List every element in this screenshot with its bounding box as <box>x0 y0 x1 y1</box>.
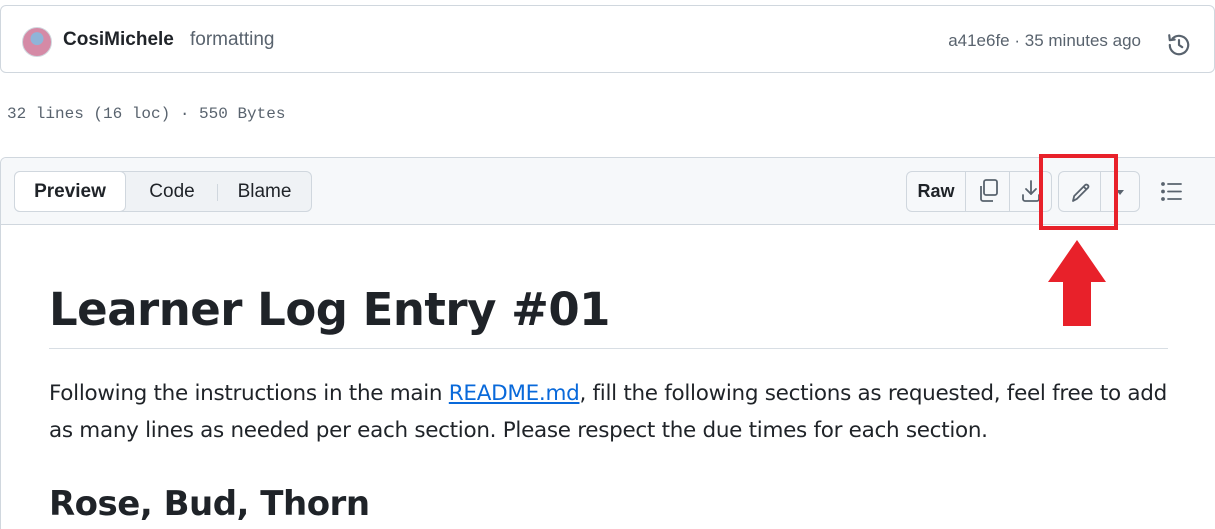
symbols-outline-button[interactable] <box>1151 171 1193 212</box>
tab-code[interactable]: Code <box>127 172 217 211</box>
file-header-toolbar: Preview Code Blame Raw <box>1 158 1215 225</box>
copy-raw-button[interactable] <box>965 172 1009 211</box>
markdown-heading-2: Rose, Bud, Thorn <box>49 484 370 524</box>
commit-author-link[interactable]: CosiMichele <box>63 29 174 51</box>
commit-message-link[interactable]: formatting <box>190 29 274 51</box>
list-unordered-icon <box>1161 182 1182 201</box>
heading-underline-divider <box>49 348 1168 349</box>
annotation-arrow-up-icon <box>1048 240 1106 326</box>
commit-sha-and-time[interactable]: a41e6fe · 35 minutes ago <box>948 31 1141 51</box>
markdown-paragraph: Following the instructions in the main R… <box>49 375 1168 449</box>
view-mode-switcher: Preview Code Blame <box>14 171 312 212</box>
author-avatar[interactable] <box>22 27 52 57</box>
file-line-count: 32 lines (16 loc) · 550 Bytes <box>7 105 286 123</box>
history-icon[interactable] <box>1166 32 1192 58</box>
paragraph-text-before-link: Following the instructions in the main <box>49 381 449 406</box>
raw-button[interactable]: Raw <box>907 172 965 211</box>
tab-blame[interactable]: Blame <box>218 172 311 211</box>
file-viewer: Preview Code Blame Raw <box>0 157 1215 529</box>
file-actions-group: Raw <box>906 171 1052 212</box>
markdown-heading-1: Learner Log Entry #01 <box>49 283 610 336</box>
copy-icon <box>979 179 998 202</box>
annotation-highlight-box <box>1039 154 1118 230</box>
readme-link[interactable]: README.md <box>449 381 580 406</box>
latest-commit-bar: CosiMichele formatting a41e6fe · 35 minu… <box>0 5 1215 73</box>
tab-preview[interactable]: Preview <box>14 171 126 212</box>
